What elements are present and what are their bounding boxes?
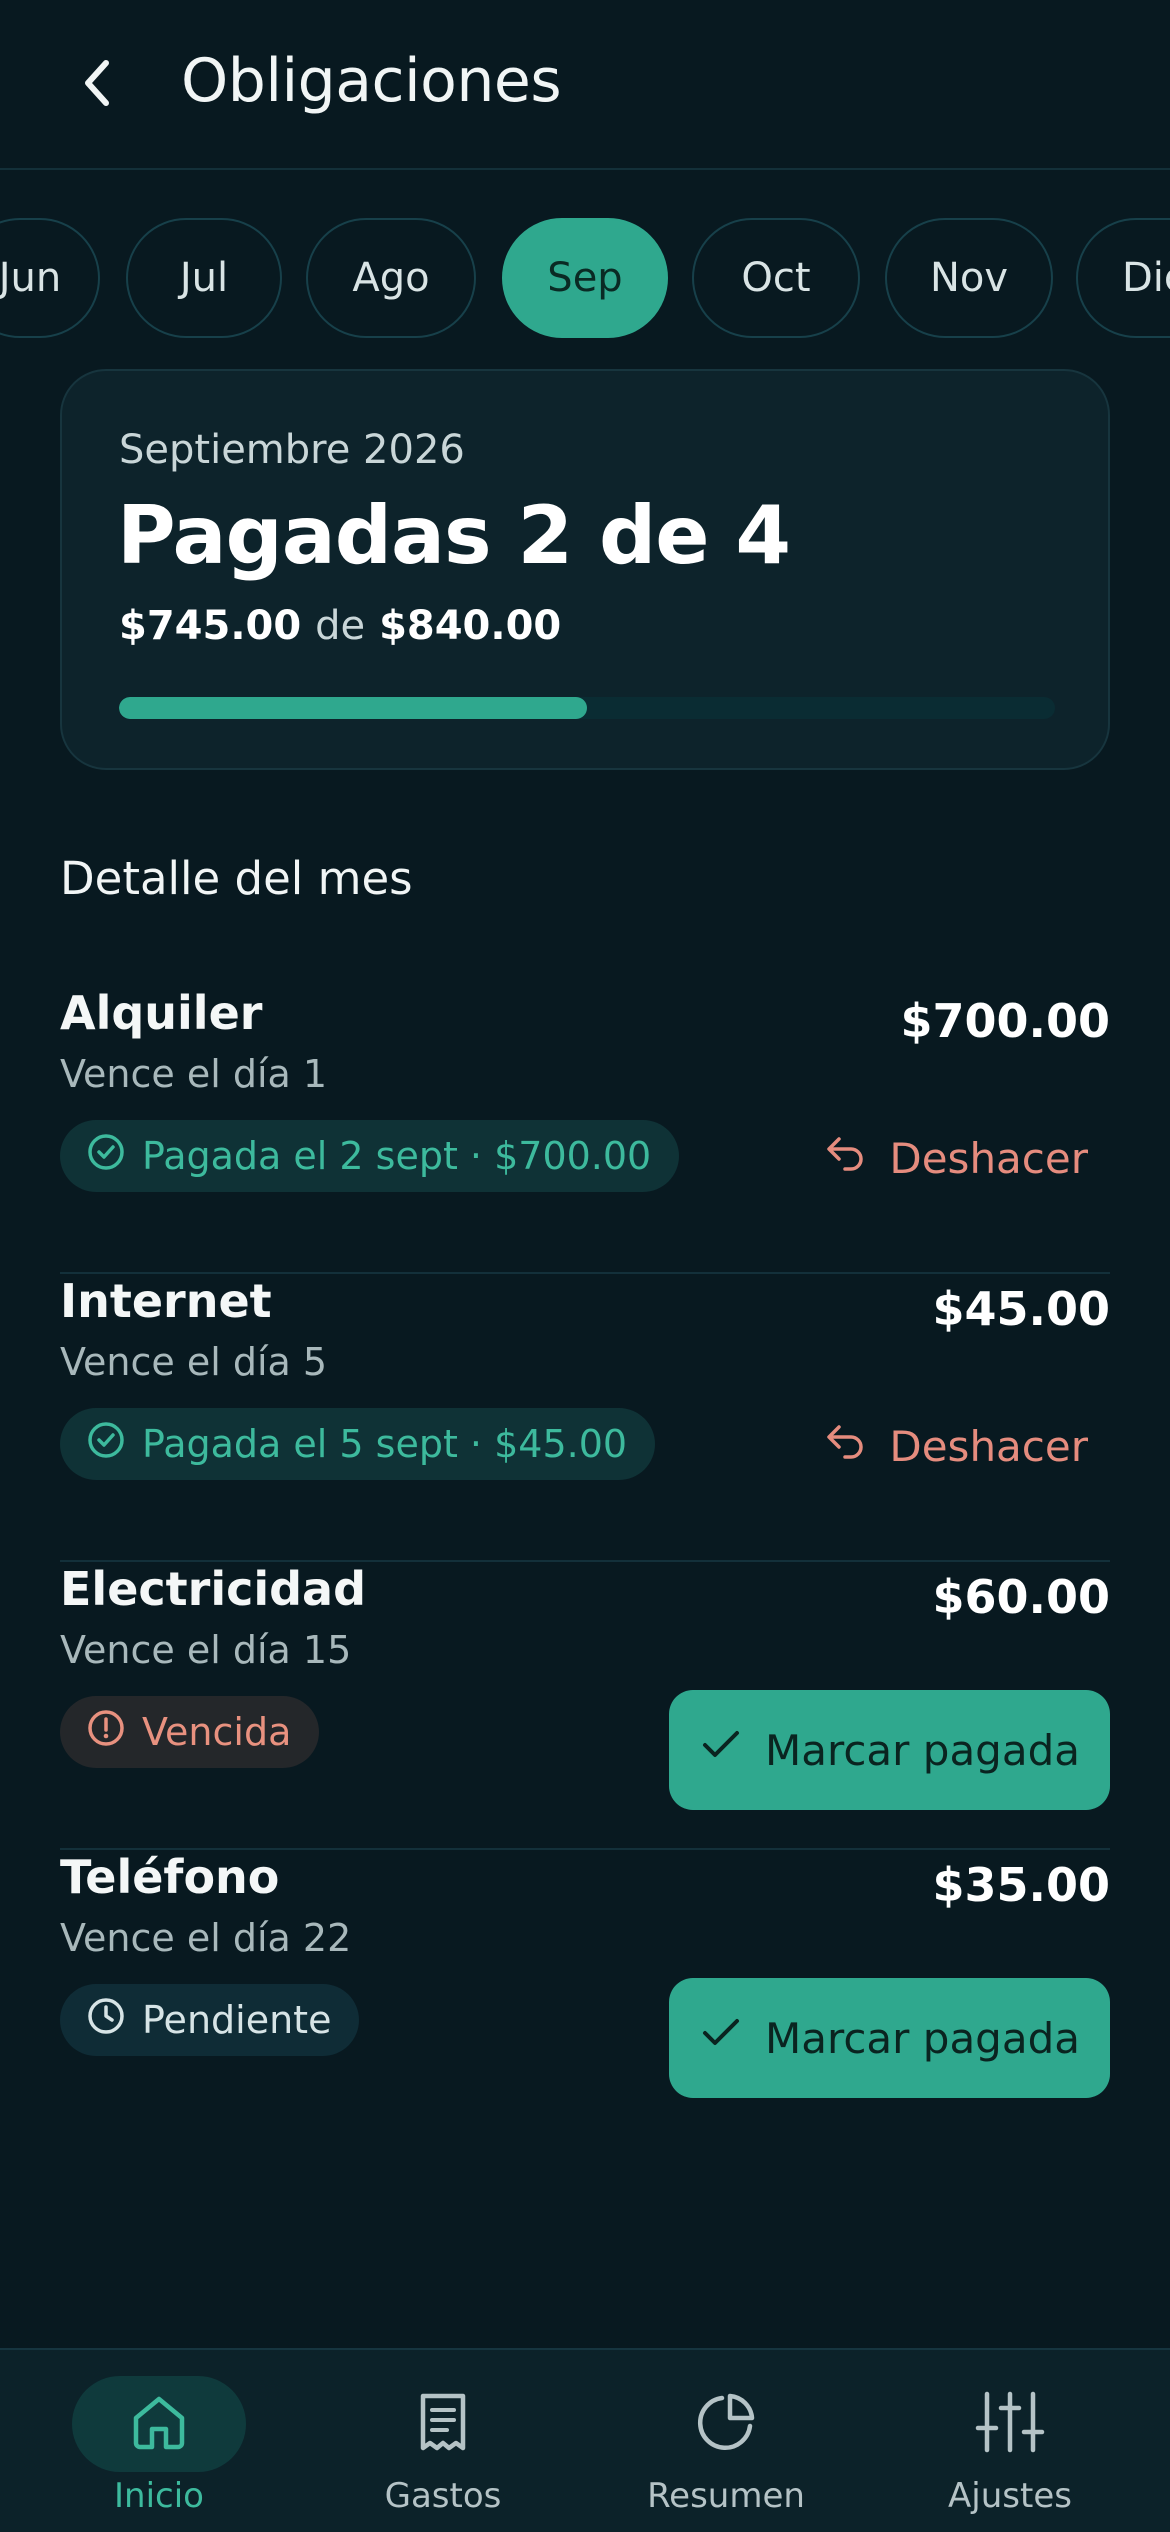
chevron-left-icon — [76, 53, 116, 117]
obligation-item-electricidad: Electricidad Vence el día 15 $60.00 Venc… — [60, 1562, 1110, 1850]
clock-icon — [86, 1996, 126, 2045]
home-icon — [128, 2391, 190, 2457]
status-badge: Pendiente — [60, 1984, 360, 2056]
month-selector: Jun Jul Ago Sep Oct Nov Dic — [0, 218, 1170, 340]
obligation-item-telefono: Teléfono Vence el día 22 $35.00 Pendient… — [60, 1850, 1110, 2138]
mark-paid-label: Marcar pagada — [765, 2013, 1080, 2063]
month-pill-sep[interactable]: Sep — [502, 218, 668, 338]
paid-amount: $745.00 — [119, 603, 302, 649]
obligation-due: Vence el día 15 — [60, 1628, 352, 1672]
status-badge-label: Pagada el 2 sept · $700.00 — [142, 1134, 652, 1178]
status-badge: Pagada el 2 sept · $700.00 — [60, 1120, 680, 1192]
undo-icon — [823, 1133, 867, 1183]
obligation-amount: $700.00 — [900, 994, 1110, 1048]
mark-paid-button[interactable]: Marcar pagada — [669, 1690, 1110, 1810]
sliders-icon — [975, 2390, 1045, 2458]
month-pill-jun[interactable]: Jun — [0, 218, 100, 338]
summary-month: Septiembre 2026 — [119, 427, 465, 473]
nav-resumen[interactable]: Resumen — [580, 2350, 872, 2532]
month-pill-jul[interactable]: Jul — [126, 218, 282, 338]
obligation-name: Electricidad — [60, 1562, 367, 1616]
undo-button[interactable]: Deshacer — [823, 1128, 1088, 1188]
month-pill-oct[interactable]: Oct — [692, 218, 860, 338]
total-amount: $840.00 — [379, 603, 562, 649]
obligation-item-alquiler: Alquiler Vence el día 1 $700.00 Pagada e… — [60, 986, 1110, 1274]
undo-label: Deshacer — [889, 1421, 1088, 1471]
top-bar: Obligaciones — [0, 0, 1170, 170]
obligation-amount: $60.00 — [932, 1570, 1110, 1624]
pie-chart-icon — [694, 2390, 758, 2458]
obligation-name: Internet — [60, 1274, 272, 1328]
status-badge-label: Vencida — [142, 1710, 292, 1754]
obligation-amount: $45.00 — [932, 1282, 1110, 1336]
month-pill-nov[interactable]: Nov — [885, 218, 1053, 338]
back-button[interactable] — [60, 40, 132, 130]
check-circle-icon — [86, 1132, 126, 1181]
nav-ajustes[interactable]: Ajustes — [864, 2350, 1156, 2532]
receipt-icon — [415, 2390, 471, 2458]
check-circle-icon — [86, 1420, 126, 1469]
obligation-name: Alquiler — [60, 986, 263, 1040]
month-pill-dic[interactable]: Dic — [1076, 218, 1170, 338]
undo-button[interactable]: Deshacer — [823, 1416, 1088, 1476]
nav-label: Gastos — [384, 2476, 502, 2516]
nav-gastos[interactable]: Gastos — [297, 2350, 589, 2532]
status-badge-label: Pagada el 5 sept · $45.00 — [142, 1422, 628, 1466]
month-pill-ago[interactable]: Ago — [306, 218, 476, 338]
amount-connector: de — [315, 603, 366, 649]
nav-label: Inicio — [114, 2476, 204, 2516]
summary-amounts: $745.00 de $840.00 — [119, 603, 561, 649]
progress-bar — [119, 697, 1055, 719]
obligation-name: Teléfono — [60, 1850, 280, 1904]
obligation-due: Vence el día 5 — [60, 1340, 328, 1384]
nav-label: Resumen — [647, 2476, 805, 2516]
obligation-amount: $35.00 — [932, 1858, 1110, 1912]
mark-paid-label: Marcar pagada — [765, 1725, 1080, 1775]
obligations-screen: Obligaciones Jun Jul Ago Sep Oct Nov Dic… — [0, 0, 1170, 2532]
obligation-due: Vence el día 22 — [60, 1916, 352, 1960]
progress-fill — [119, 697, 587, 719]
page-title: Obligaciones — [181, 46, 562, 116]
alert-circle-icon — [86, 1708, 126, 1757]
nav-label: Ajustes — [948, 2476, 1072, 2516]
bottom-nav: Inicio Gastos Resumen Ajustes — [0, 2348, 1170, 2532]
status-badge-label: Pendiente — [142, 1998, 332, 2042]
nav-inicio[interactable]: Inicio — [13, 2350, 305, 2532]
obligation-due: Vence el día 1 — [60, 1052, 328, 1096]
obligation-item-internet: Internet Vence el día 5 $45.00 Pagada el… — [60, 1274, 1110, 1562]
check-icon — [699, 1725, 743, 1775]
status-badge: Vencida — [60, 1696, 320, 1768]
section-title: Detalle del mes — [60, 852, 413, 905]
mark-paid-button[interactable]: Marcar pagada — [669, 1978, 1110, 2098]
summary-paid-count: Pagadas 2 de 4 — [117, 489, 791, 582]
undo-icon — [823, 1421, 867, 1471]
check-icon — [699, 2013, 743, 2063]
summary-card: Septiembre 2026 Pagadas 2 de 4 $745.00 d… — [60, 369, 1110, 770]
undo-label: Deshacer — [889, 1133, 1088, 1183]
status-badge: Pagada el 5 sept · $45.00 — [60, 1408, 656, 1480]
